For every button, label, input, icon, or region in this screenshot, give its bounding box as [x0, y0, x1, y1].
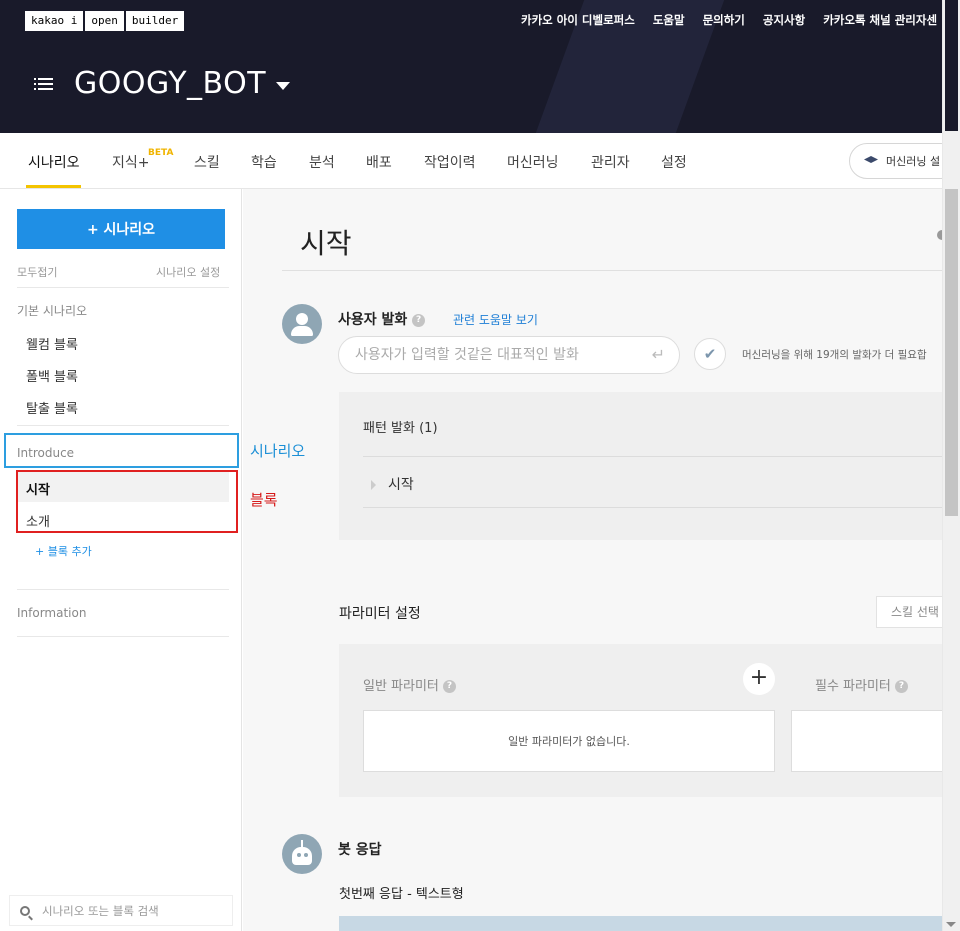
checkmark-icon: ✔	[694, 338, 726, 370]
help-icon[interactable]: ?	[412, 313, 426, 327]
logo-part: kakao i	[25, 11, 84, 31]
scrollbar-header-segment	[945, 0, 958, 131]
top-nav-channel-admin-link[interactable]: 카카오톡 채널 관리자센	[823, 12, 937, 28]
scrollbar-thumb[interactable]	[945, 189, 958, 516]
top-nav: 카카오 아이 디벨로퍼스 도움말 문의하기 공지사항 카카오톡 채널 관리자센	[521, 12, 942, 28]
divider	[17, 589, 229, 590]
pattern-utterance-text: 시작	[388, 477, 414, 493]
tab-deploy[interactable]: 배포	[366, 152, 392, 172]
divider	[17, 636, 229, 637]
block-editor: 시작 사용자 발화 ? 관련 도움말 보기 사용자가 입력할 것같은 대표적인 …	[243, 189, 942, 931]
search-icon	[20, 905, 30, 916]
divider	[282, 270, 942, 271]
bot-response-title: 봇 응답	[338, 842, 382, 858]
search-placeholder: 시나리오 또는 블록 검색	[42, 903, 159, 918]
logo-part: open	[85, 11, 124, 31]
beta-badge: BETA	[148, 148, 174, 158]
divider	[363, 456, 942, 457]
pattern-utterance-panel: 패턴 발화 (1) 시작	[339, 392, 942, 540]
chevron-down-icon[interactable]	[276, 81, 291, 90]
ml-requirement-note: 머신러닝을 위해 19개의 발화가 더 필요합	[742, 349, 927, 361]
add-block-button[interactable]: + 블록 추가	[35, 543, 92, 559]
tab-knowledge[interactable]: 지식+	[112, 152, 150, 172]
add-scenario-button[interactable]: + 시나리오	[17, 209, 225, 249]
user-utterance-title: 사용자 발화 ?	[338, 309, 426, 329]
general-param-label-text: 일반 파라미터	[363, 679, 439, 694]
general-param-empty: 일반 파라미터가 없습니다.	[363, 710, 775, 772]
top-nav-developers-link[interactable]: 카카오 아이 디벨로퍼스	[521, 12, 635, 28]
top-nav-help-link[interactable]: 도움말	[653, 12, 685, 28]
tab-learning[interactable]: 학습	[251, 152, 277, 172]
utterance-input-placeholder: 사용자가 입력할 것같은 대표적인 발화	[355, 347, 579, 363]
page-title: 시작	[300, 227, 352, 260]
parameter-panel: 일반 파라미터 ? + 필수 파라미터 ? 일반 파라미터가 없습니다.	[339, 644, 942, 797]
main-tabs: 시나리오 지식+ 스킬 학습 분석 배포 작업이력 머신러닝 관리자 설정	[0, 133, 942, 189]
divider	[363, 507, 942, 508]
scroll-down-icon[interactable]	[946, 922, 956, 927]
collapse-all-button[interactable]: 모두접기	[17, 264, 57, 280]
group-information[interactable]: Information	[17, 606, 86, 620]
user-avatar-icon	[282, 304, 322, 344]
bot-selector[interactable]: GOOGY_BOT	[34, 66, 291, 101]
pattern-utterance-item[interactable]: 시작	[371, 474, 414, 494]
scenario-annotation-box	[4, 433, 239, 468]
top-nav-inquiry-link[interactable]: 문의하기	[703, 12, 745, 28]
active-tab-indicator	[26, 185, 81, 188]
machine-learning-button-label: 머신러닝 설	[886, 155, 941, 168]
tab-machine-learning[interactable]: 머신러닝	[507, 152, 559, 172]
related-help-link[interactable]: 관련 도움말 보기	[453, 311, 538, 328]
add-parameter-button[interactable]: +	[743, 663, 775, 695]
logo-part: builder	[125, 11, 185, 31]
scenario-search-input[interactable]: 시나리오 또는 블록 검색	[9, 895, 233, 926]
tab-settings[interactable]: 설정	[661, 152, 687, 172]
utterance-input[interactable]: 사용자가 입력할 것같은 대표적인 발화 ↵	[338, 336, 680, 374]
block-fallback[interactable]: 폴백 블록	[26, 366, 78, 385]
tab-analysis[interactable]: 분석	[309, 152, 335, 172]
block-welcome[interactable]: 웰컴 블록	[26, 334, 78, 353]
scenario-annotation-label: 시나리오	[250, 442, 306, 460]
bot-name: GOOGY_BOT	[74, 66, 267, 101]
page-scrollbar[interactable]	[942, 0, 960, 931]
caret-right-icon	[371, 480, 376, 490]
param-settings-title: 파라미터 설정	[339, 606, 421, 622]
help-icon[interactable]: ?	[443, 680, 457, 693]
kakao-open-builder-logo[interactable]: kakao i open builder	[25, 11, 185, 31]
block-exit[interactable]: 탈출 블록	[26, 398, 78, 417]
help-icon[interactable]: ?	[895, 680, 909, 693]
graduation-cap-icon	[864, 156, 878, 163]
bot-avatar-icon	[282, 834, 322, 874]
divider	[17, 287, 229, 288]
user-utterance-title-text: 사용자 발화	[338, 312, 408, 328]
bot-response-subtitle: 첫번째 응답 - 텍스트형	[339, 887, 464, 902]
block-annotation-box	[16, 470, 238, 533]
list-menu-icon[interactable]	[34, 77, 54, 91]
enter-icon[interactable]: ↵	[652, 337, 665, 373]
group-basic-scenario[interactable]: 기본 시나리오	[17, 302, 87, 319]
tab-scenario[interactable]: 시나리오	[28, 152, 80, 172]
app-header: kakao i open builder 카카오 아이 디벨로퍼스 도움말 문의…	[0, 0, 942, 133]
required-param-empty	[791, 710, 942, 772]
scenario-settings-button[interactable]: 시나리오 설정	[156, 264, 220, 280]
block-annotation-label: 블록	[250, 491, 278, 509]
skill-select-button[interactable]: 스킬 선택	[876, 596, 942, 628]
tab-admin[interactable]: 관리자	[591, 152, 630, 172]
bot-response-card[interactable]	[339, 916, 942, 931]
top-nav-notice-link[interactable]: 공지사항	[763, 12, 805, 28]
required-param-label: 필수 파라미터 ?	[815, 675, 909, 694]
pattern-utterance-title: 패턴 발화 (1)	[363, 421, 438, 436]
divider	[17, 425, 229, 426]
tab-skill[interactable]: 스킬	[194, 152, 220, 172]
general-param-label: 일반 파라미터 ?	[363, 675, 457, 694]
tab-history[interactable]: 작업이력	[424, 152, 476, 172]
scenario-sidebar: + 시나리오 모두접기 시나리오 설정 기본 시나리오 웰컴 블록 폴백 블록 …	[0, 189, 242, 931]
required-param-label-text: 필수 파라미터	[815, 679, 891, 694]
